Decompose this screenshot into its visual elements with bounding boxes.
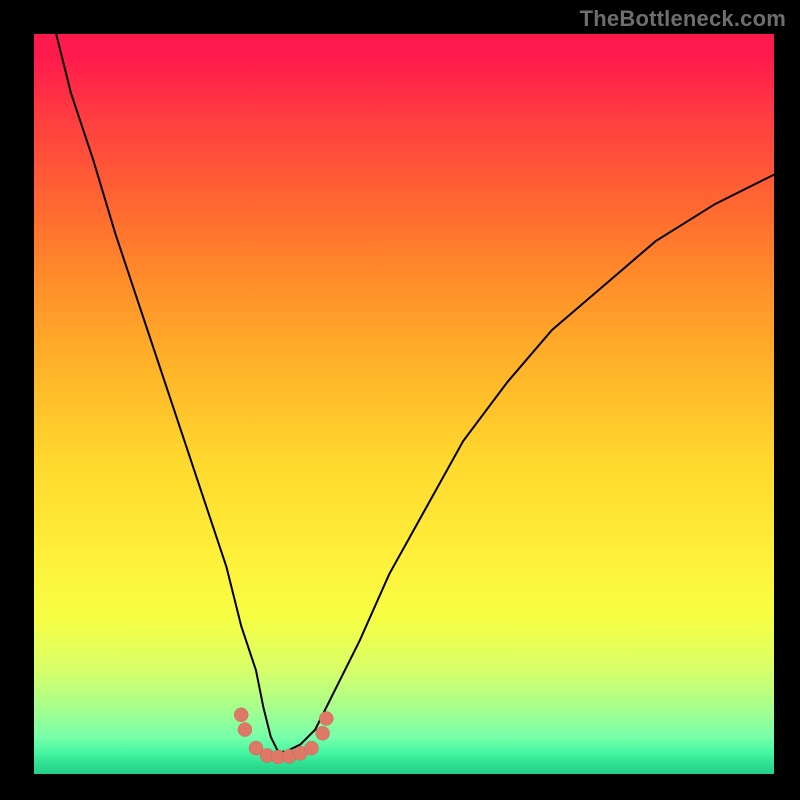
chart-plot-area — [34, 34, 774, 774]
valley-marker — [238, 723, 252, 737]
valley-markers-group — [234, 708, 333, 764]
watermark-text: TheBottleneck.com — [580, 6, 786, 32]
valley-marker — [234, 708, 248, 722]
chart-frame: TheBottleneck.com — [0, 0, 800, 800]
valley-marker — [319, 712, 333, 726]
valley-marker — [316, 726, 330, 740]
bottleneck-curve — [56, 34, 774, 752]
valley-marker — [305, 741, 319, 755]
chart-svg — [34, 34, 774, 774]
